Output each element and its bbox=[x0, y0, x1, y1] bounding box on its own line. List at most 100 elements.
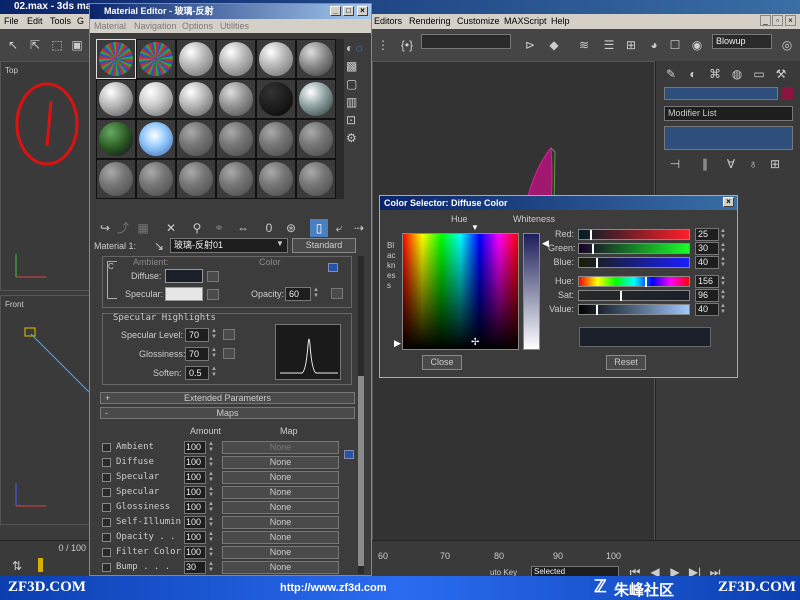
glossiness-field[interactable]: 70 bbox=[185, 347, 209, 361]
map-amount-field[interactable]: 30 bbox=[184, 561, 206, 574]
backlight-icon[interactable]: ◌ bbox=[356, 41, 363, 55]
specular-level-spinner[interactable]: ▲ ▼ bbox=[210, 328, 218, 341]
menu-editors[interactable]: Editors bbox=[374, 14, 402, 29]
green-slider[interactable] bbox=[578, 243, 690, 254]
schematic-view-icon[interactable]: ⊞ bbox=[622, 36, 640, 54]
material-slot[interactable] bbox=[136, 39, 176, 79]
glossiness-map-button[interactable] bbox=[223, 348, 235, 359]
red-value-field[interactable]: 25 bbox=[695, 228, 719, 241]
go-forward-sibling-icon[interactable]: ⇢ bbox=[350, 219, 368, 237]
whiteness-bar[interactable] bbox=[523, 233, 540, 350]
material-slot[interactable] bbox=[216, 39, 256, 79]
map-enable-checkbox[interactable] bbox=[102, 518, 111, 527]
material-slot[interactable] bbox=[296, 39, 336, 79]
specular-level-field[interactable]: 70 bbox=[185, 328, 209, 342]
map-slot-button[interactable]: None bbox=[222, 456, 339, 469]
time-slider[interactable]: 0 / 100 bbox=[0, 541, 90, 555]
map-slot-button[interactable]: None bbox=[222, 501, 339, 514]
value-spinner[interactable]: ▲ ▼ bbox=[720, 303, 726, 315]
menu-help[interactable]: Help bbox=[551, 14, 570, 29]
material-slot[interactable] bbox=[96, 39, 136, 79]
material-slot[interactable] bbox=[176, 159, 216, 199]
value-slider[interactable] bbox=[578, 304, 690, 315]
blue-slider[interactable] bbox=[578, 257, 690, 268]
map-enable-checkbox[interactable] bbox=[102, 443, 111, 452]
material-slot[interactable] bbox=[256, 119, 296, 159]
render-last-icon[interactable]: ◎ bbox=[778, 36, 796, 54]
pin-stack-icon[interactable]: ⊣ bbox=[666, 155, 684, 173]
map-enable-checkbox[interactable] bbox=[102, 548, 111, 557]
mirror-icon[interactable]: ⊳ bbox=[521, 36, 539, 54]
utilities-tab-icon[interactable]: ⚒ bbox=[772, 65, 790, 83]
opacity-map-button[interactable] bbox=[331, 288, 343, 299]
map-amount-field[interactable]: 100 bbox=[184, 441, 206, 454]
map-amount-spinner[interactable]: ▲ ▼ bbox=[208, 456, 214, 468]
slider-knob[interactable] bbox=[596, 305, 598, 315]
reset-button[interactable]: Reset bbox=[606, 355, 646, 370]
map-amount-spinner[interactable]: ▲ ▼ bbox=[208, 486, 214, 498]
select-by-name-icon[interactable]: ⇱ bbox=[26, 36, 44, 54]
background-icon[interactable]: ▩ bbox=[346, 59, 357, 73]
blue-value-field[interactable]: 40 bbox=[695, 256, 719, 269]
options-icon[interactable]: ⚙ bbox=[346, 131, 357, 145]
map-amount-spinner[interactable]: ▲ ▼ bbox=[208, 531, 214, 543]
me-menu-utilities[interactable]: Utilities bbox=[220, 19, 249, 33]
map-amount-field[interactable]: 100 bbox=[184, 471, 206, 484]
get-material-icon[interactable]: ↪ bbox=[96, 219, 114, 237]
video-check-icon[interactable]: ▥ bbox=[346, 95, 357, 109]
material-slot[interactable] bbox=[176, 39, 216, 79]
specular-map-button[interactable] bbox=[207, 289, 219, 300]
diffuse-color-swatch[interactable] bbox=[165, 269, 203, 283]
pick-material-icon[interactable]: ↘ bbox=[150, 237, 168, 255]
layer-manager-icon[interactable]: ≋ bbox=[575, 36, 593, 54]
material-slot[interactable] bbox=[136, 119, 176, 159]
menu-maxscript[interactable]: MAXScript bbox=[504, 14, 547, 29]
menu-file[interactable]: File bbox=[4, 14, 19, 29]
named-selection-dropdown[interactable] bbox=[421, 34, 511, 49]
sat-spinner[interactable]: ▲ ▼ bbox=[720, 289, 726, 301]
menu-group[interactable]: G bbox=[77, 14, 84, 29]
hue-pointer-icon[interactable]: ▼ bbox=[471, 223, 479, 232]
material-slot[interactable] bbox=[96, 119, 136, 159]
select-arrow-icon[interactable]: ↖ bbox=[4, 36, 22, 54]
map-amount-field[interactable]: 100 bbox=[184, 546, 206, 559]
map-slot-button[interactable]: None bbox=[222, 471, 339, 484]
sat-slider[interactable] bbox=[578, 290, 690, 301]
slider-knob[interactable] bbox=[620, 291, 622, 301]
close-button[interactable]: Close bbox=[422, 355, 462, 370]
app-close-button[interactable]: × bbox=[785, 15, 796, 26]
maps-rollout[interactable]: - Maps bbox=[100, 407, 355, 419]
render-scene-icon[interactable]: ☐ bbox=[666, 36, 684, 54]
material-slot[interactable] bbox=[176, 79, 216, 119]
material-slot[interactable] bbox=[216, 159, 256, 199]
map-enable-checkbox[interactable] bbox=[102, 488, 111, 497]
map-amount-field[interactable]: 100 bbox=[184, 516, 206, 529]
name-dropdown-icon[interactable]: ▼ bbox=[276, 239, 284, 248]
modify-tab-icon[interactable]: ◐ bbox=[684, 65, 702, 83]
me-menu-navigation[interactable]: Navigation bbox=[134, 19, 177, 33]
slider-knob[interactable] bbox=[596, 258, 598, 268]
map-enable-checkbox[interactable] bbox=[102, 458, 111, 467]
hue-value-field[interactable]: 156 bbox=[695, 275, 719, 288]
map-slot-button[interactable]: None bbox=[222, 486, 339, 499]
slider-knob[interactable] bbox=[590, 230, 592, 240]
glossiness-spinner[interactable]: ▲ ▼ bbox=[210, 347, 218, 360]
menu-tools[interactable]: Tools bbox=[50, 14, 71, 29]
curve-editor-icon[interactable]: ☰ bbox=[600, 36, 618, 54]
modifier-list-dropdown[interactable]: Modifier List bbox=[664, 106, 793, 121]
menu-rendering[interactable]: Rendering bbox=[409, 14, 451, 29]
material-slot[interactable] bbox=[96, 159, 136, 199]
hue-slider[interactable] bbox=[578, 276, 690, 287]
color-lock-icon[interactable]: C bbox=[107, 261, 117, 299]
map-slot-button[interactable]: None bbox=[222, 441, 339, 454]
me-maximize-button[interactable]: □ bbox=[343, 6, 354, 16]
object-color-swatch[interactable] bbox=[781, 87, 793, 100]
map-amount-spinner[interactable]: ▲ ▼ bbox=[208, 441, 214, 453]
material-slot[interactable] bbox=[176, 119, 216, 159]
me-menu-options[interactable]: Options bbox=[182, 19, 213, 33]
map-amount-field[interactable]: 100 bbox=[184, 456, 206, 469]
blackness-pointer-icon[interactable]: ▶ bbox=[394, 338, 401, 349]
viewport-top[interactable]: Top bbox=[0, 61, 90, 291]
slider-knob[interactable] bbox=[645, 277, 647, 287]
map-amount-spinner[interactable]: ▲ ▼ bbox=[208, 516, 214, 528]
